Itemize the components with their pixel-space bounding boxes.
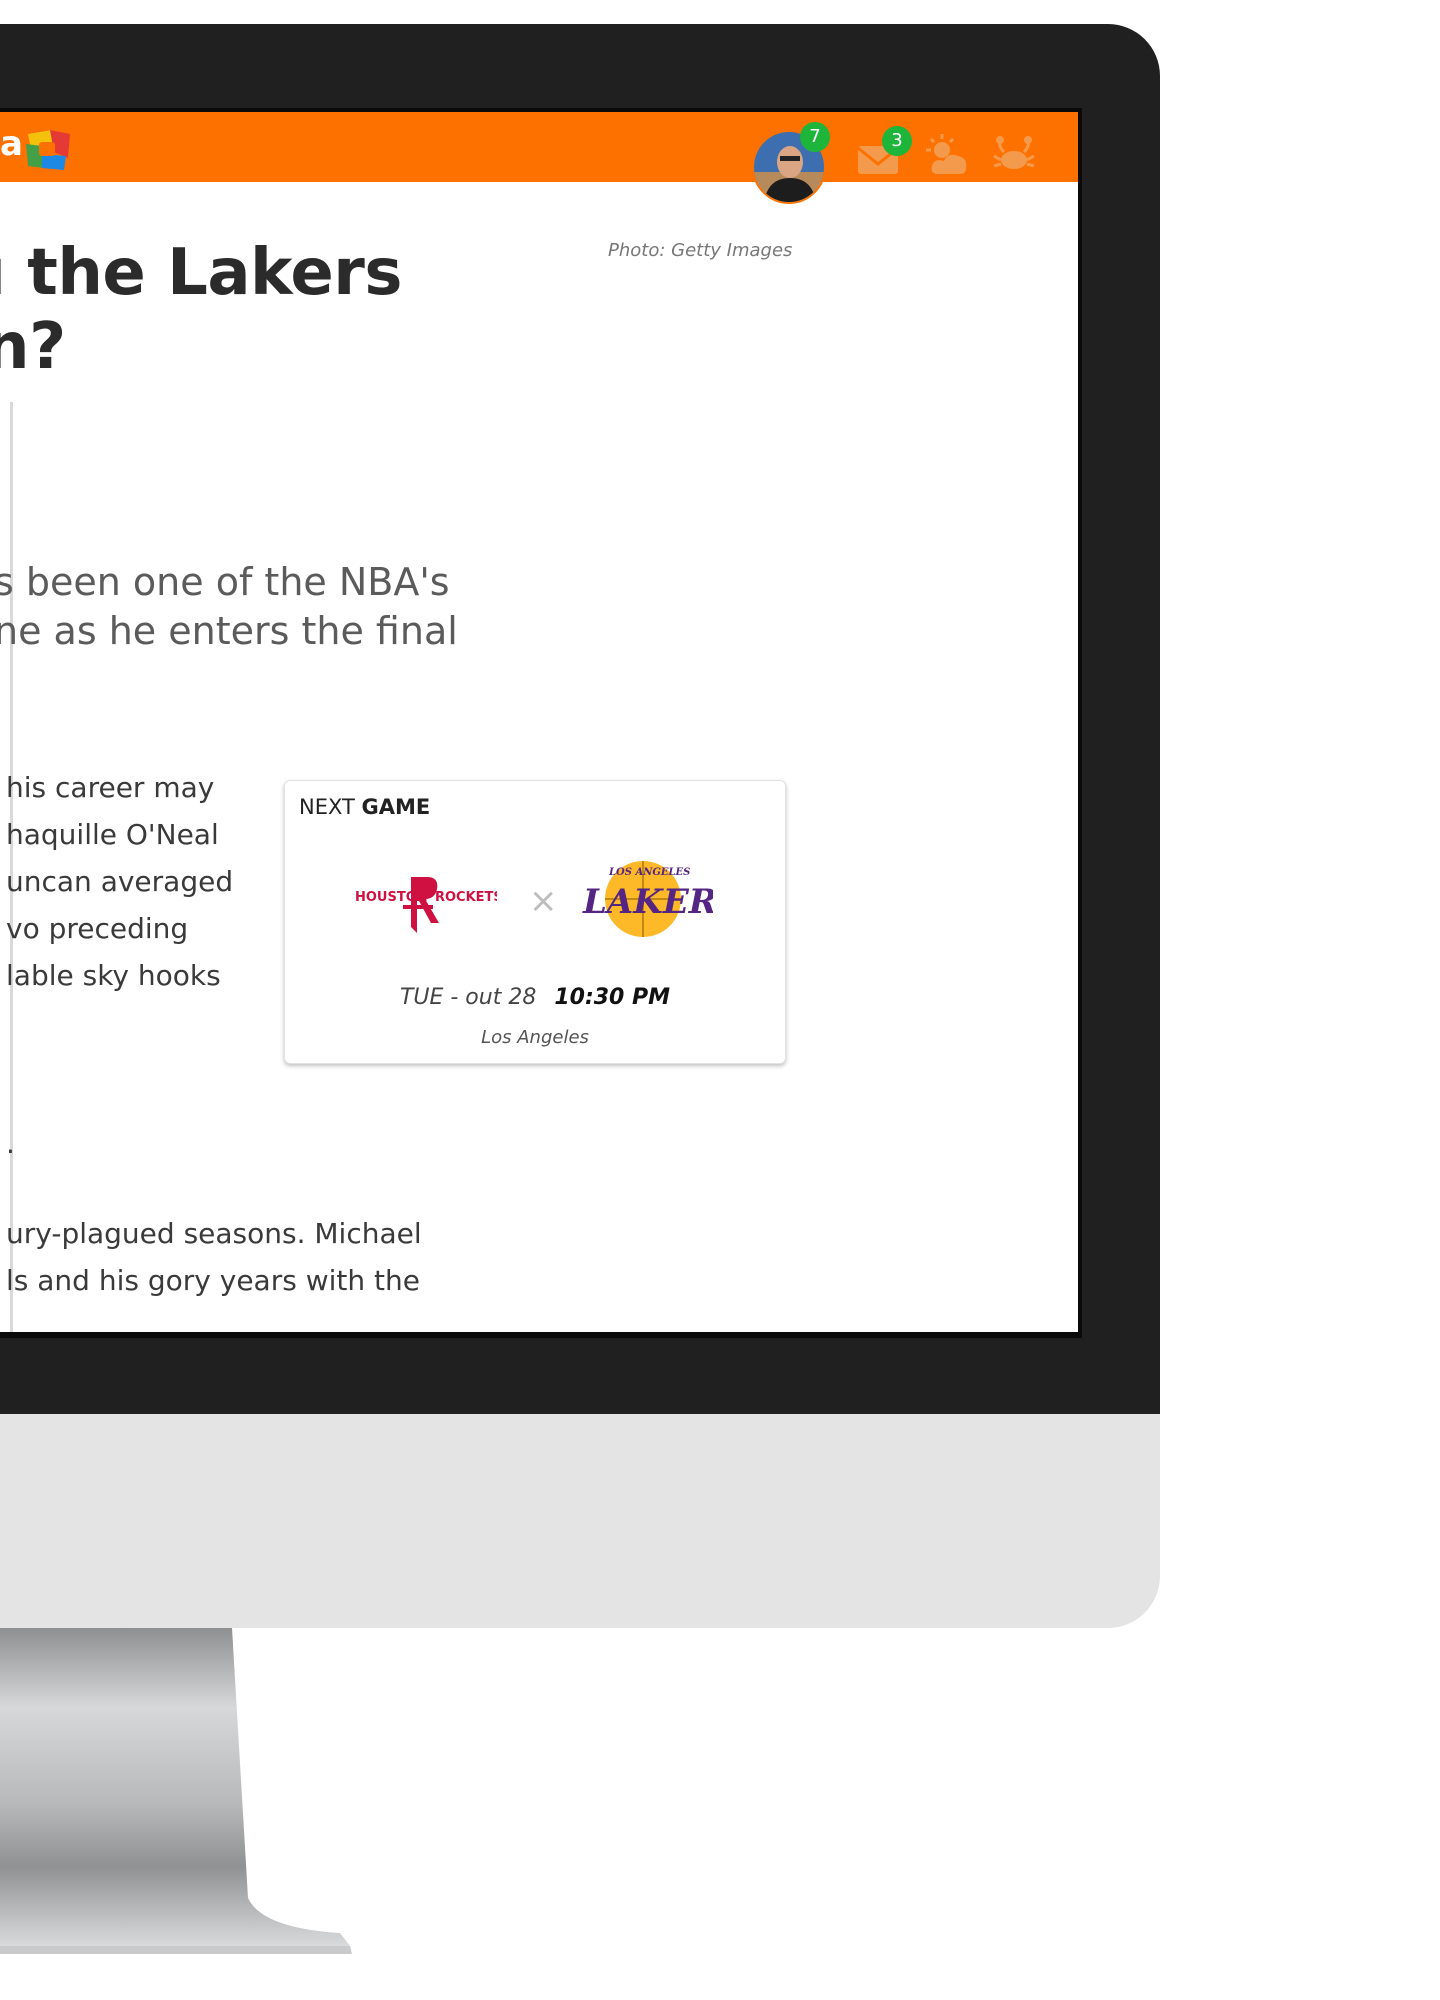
logo-text[interactable]: a	[0, 124, 23, 164]
article-paragraph-1: his career may haquille O'Neal uncan ave…	[6, 764, 233, 999]
article-headline: ı the Lakers n?	[0, 236, 402, 384]
versus-symbol: ×	[529, 881, 558, 921]
svg-text:LAKERS: LAKERS	[582, 882, 713, 922]
body-line: haquille O'Neal	[6, 818, 219, 851]
article-paragraph-3: ury-plagued seasons. Michael ls and his …	[6, 1210, 422, 1304]
game-location: Los Angeles	[481, 1027, 589, 1048]
body-line: vo preceding	[6, 912, 189, 945]
game-date: TUE - out 28	[399, 985, 537, 1010]
lead-line-2: ne as he enters the final	[0, 609, 458, 653]
article-lead: s been one of the NBA's ne as he enters …	[0, 558, 458, 656]
game-datetime: TUE - out 28 10:30 PM	[285, 985, 785, 1010]
next-game-title-bold: GAME	[361, 795, 431, 819]
crab-icon[interactable]	[992, 134, 1036, 178]
monitor-chin	[0, 1414, 1160, 1628]
body-line: ls and his gory years with the	[6, 1264, 420, 1297]
headline-line-2: n?	[0, 310, 66, 384]
svg-text:LOS ANGELES: LOS ANGELES	[608, 867, 690, 878]
body-line: uncan averaged	[6, 865, 234, 898]
mail-badge: 3	[882, 126, 912, 156]
next-game-title-prefix: NEXT	[299, 795, 355, 819]
photo-credit: Photo: Getty Images	[608, 240, 793, 261]
monitor-stand	[0, 1628, 352, 1954]
houston-rockets-logo[interactable]: HOUSTON ROCKETS	[353, 861, 497, 937]
browser-screen: a 7 3 ı the Lakers ? Photo: Getty Images…	[0, 108, 1082, 1338]
notification-badge: 7	[800, 122, 830, 152]
top-bar: a 7 3	[0, 112, 1078, 204]
body-line: ury-plagued seasons. Michael	[6, 1217, 422, 1250]
weather-icon[interactable]	[926, 134, 970, 178]
body-line: lable sky hooks	[6, 959, 221, 992]
svg-text:ROCKETS: ROCKETS	[435, 890, 497, 905]
body-line: .	[6, 1127, 15, 1160]
headline-line-1: ı the Lakers	[0, 236, 402, 310]
body-line: his career may	[6, 771, 215, 804]
los-angeles-lakers-logo[interactable]: LOS ANGELES LAKERS	[579, 853, 713, 945]
next-game-title: NEXT GAME	[299, 795, 430, 819]
lead-line-1: s been one of the NBA's	[0, 560, 450, 604]
game-time: 10:30 PM	[554, 985, 671, 1010]
article-paragraph-2: .	[6, 1120, 15, 1167]
logo-icon[interactable]	[22, 128, 74, 172]
next-game-card[interactable]: NEXT GAME HOUSTON ROCKETS × LOS ANGELES …	[284, 780, 786, 1064]
